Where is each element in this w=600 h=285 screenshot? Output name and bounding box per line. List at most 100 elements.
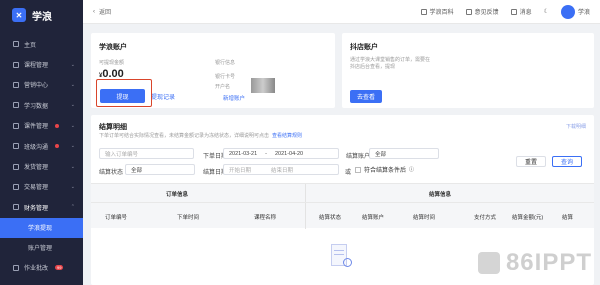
withdraw-record-link[interactable]: 提现记录 [151, 92, 175, 101]
settle-status-label: 结算状态 [99, 170, 124, 176]
moon-icon[interactable]: ☾ [544, 8, 549, 15]
feedback-icon [465, 8, 472, 15]
home-icon [13, 41, 19, 48]
col-settle-amount: 结算金额(元) [512, 215, 544, 221]
settlement-subtitle: 下单订单可结合实际情况查看，未结算金额记录为冻结状态，详细说明可点击 查看结算规则 [99, 132, 302, 139]
settle-account-label: 结算账户 [346, 154, 371, 160]
start-date-placeholder: 开始日期 [229, 167, 252, 174]
watermark: 86IPPT [477, 249, 592, 277]
messages-link[interactable]: 消息 [510, 7, 532, 16]
trade-icon [13, 183, 19, 190]
sidebar-item-label: 课程管理 [24, 63, 49, 70]
shop-description: 通过学浪大课堂销售的订单，需要在抖店后台查看，提现 [350, 57, 431, 70]
notification-dot [55, 144, 60, 149]
wiki-label: 学浪百科 [429, 10, 454, 16]
chevron-down-icon: ⌄ [70, 143, 75, 150]
empty-state-illustration [321, 240, 361, 275]
col-payment-method: 支付方式 [474, 215, 497, 221]
sidebar-item-trade[interactable]: 交易管理 ⌄ [0, 177, 83, 197]
account-title: 学浪账户 [99, 44, 127, 51]
chevron-up-icon: ⌃ [70, 204, 75, 211]
marketing-icon [13, 81, 19, 88]
range-separator: - [265, 150, 267, 157]
course-icon [13, 61, 19, 68]
col-settle-status: 结算状态 [319, 215, 342, 221]
blurred-account-info [251, 78, 275, 93]
feedback-label: 意见反馈 [474, 10, 499, 16]
app-logo[interactable]: ✕ 学浪 [0, 0, 83, 30]
shop-view-button[interactable]: 去查看 [350, 90, 382, 103]
settle-account-select[interactable]: 全部 [369, 148, 439, 159]
card-info-label: 银行信息 [215, 60, 236, 66]
back-label: 返回 [99, 10, 112, 16]
settle-status-select[interactable]: 全部 [125, 164, 195, 175]
sidebar-item-courseware[interactable]: 课件管理 ⌄ [0, 116, 83, 136]
settle-date-range[interactable]: 开始日期 结束日期 [223, 164, 339, 175]
card-number-label: 银行卡号 [215, 74, 236, 80]
watermark-text: 86IPPT [505, 249, 592, 276]
chevron-down-icon: ⌄ [70, 163, 75, 170]
col-settle-time: 结算时间 [413, 215, 436, 221]
shop-card: 抖店账户 通过学浪大课堂销售的订单，需要在抖店后台查看，提现 去查看 [342, 33, 594, 108]
help-link[interactable]: 查看结算规则 [272, 132, 302, 139]
shipping-icon [13, 163, 19, 170]
highlight-box [96, 79, 152, 107]
chevron-down-icon: ⌄ [70, 122, 75, 129]
date-from: 2021-03-21 [229, 150, 258, 157]
user-name: 学浪 [577, 10, 590, 16]
sidebar-item-marketing[interactable]: 营销中心 ⌄ [0, 75, 83, 95]
date-to: 2021-04-20 [274, 150, 304, 157]
homework-icon [13, 264, 19, 271]
chevron-down-icon: ⌄ [70, 183, 75, 190]
sidebar-item-label: 财务管理 [24, 205, 49, 212]
sidebar-item-learning-data[interactable]: 学习数据 ⌄ [0, 95, 83, 115]
chevron-down-icon: ⌄ [70, 102, 75, 109]
sidebar-item-class-chat[interactable]: 班级沟通 ⌄ [0, 136, 83, 156]
group-settle-info: 结算信息 [429, 192, 452, 198]
available-label: 可提现金额 [99, 60, 125, 66]
order-date-range[interactable]: 2021-03-21-2021-04-20 [223, 148, 339, 159]
sidebar-item-label: 发货管理 [24, 165, 49, 172]
avatar [560, 4, 575, 19]
book-icon [420, 8, 427, 15]
back-button[interactable]: ‹ 返回 [93, 7, 112, 17]
sidebar-subitem-withdraw[interactable]: 学浪提现 [0, 217, 83, 238]
user-menu[interactable]: 学浪 [560, 4, 590, 19]
table-header: 订单信息 结算信息 订单编号 下单时间 课程名称 结算状态 结算账户 结算时间 … [91, 183, 594, 229]
search-button[interactable]: 查询 [552, 156, 582, 167]
sidebar-item-home[interactable]: 主页 [0, 34, 83, 54]
sidebar-item-label: 主页 [24, 42, 37, 49]
checkbox-icon [355, 166, 361, 173]
or-text: 或 [345, 170, 352, 176]
info-icon: ⓘ [409, 167, 415, 173]
sidebar: ✕ 学浪 主页 课程管理 ⌄ 营销中心 ⌄ 学习数据 ⌄ 课件管理 ⌄ 班级沟通 ⌄ 发货… [0, 0, 83, 285]
feedback-link[interactable]: 意见反馈 [465, 7, 499, 16]
notification-dot [55, 123, 60, 128]
top-bar: ‹ 返回 学浪百科 意见反馈 消息 ☾ 学浪 [83, 0, 600, 24]
col-order-time: 下单时间 [177, 215, 200, 221]
order-number-input[interactable]: 输入订单编号 [99, 148, 194, 159]
col-course-name: 课程名称 [254, 215, 277, 221]
chevron-down-icon: ⌄ [70, 81, 75, 88]
chat-icon [13, 143, 19, 150]
courseware-icon [13, 122, 19, 129]
shop-title: 抖店账户 [350, 44, 378, 51]
add-account-link[interactable]: 新增账户 [223, 94, 245, 102]
sidebar-item-courses[interactable]: 课程管理 ⌄ [0, 54, 83, 74]
sidebar-item-shipping[interactable]: 发货管理 ⌄ [0, 156, 83, 176]
sidebar-item-homework[interactable]: 作业批改 99 [0, 258, 83, 278]
data-icon [13, 102, 19, 109]
sidebar-item-finance[interactable]: 财务管理 ⌃ [0, 197, 83, 217]
settlement-title: 结算明细 [99, 124, 127, 131]
sidebar-item-label: 学习数据 [24, 103, 49, 110]
wiki-link[interactable]: 学浪百科 [420, 7, 454, 16]
sidebar-subitem-accounts[interactable]: 账户管理 [0, 238, 83, 258]
sidebar-item-label: 交易管理 [24, 185, 49, 192]
settle-condition-checkbox[interactable]: 符合结算条件后 ⓘ [355, 165, 414, 174]
watermark-logo-icon [477, 252, 500, 274]
chevron-left-icon: ‹ [93, 8, 95, 15]
reset-button[interactable]: 重置 [516, 156, 546, 167]
count-badge: 99 [55, 265, 64, 271]
column-divider [305, 184, 306, 229]
download-link[interactable]: 下载明细 [566, 123, 586, 130]
